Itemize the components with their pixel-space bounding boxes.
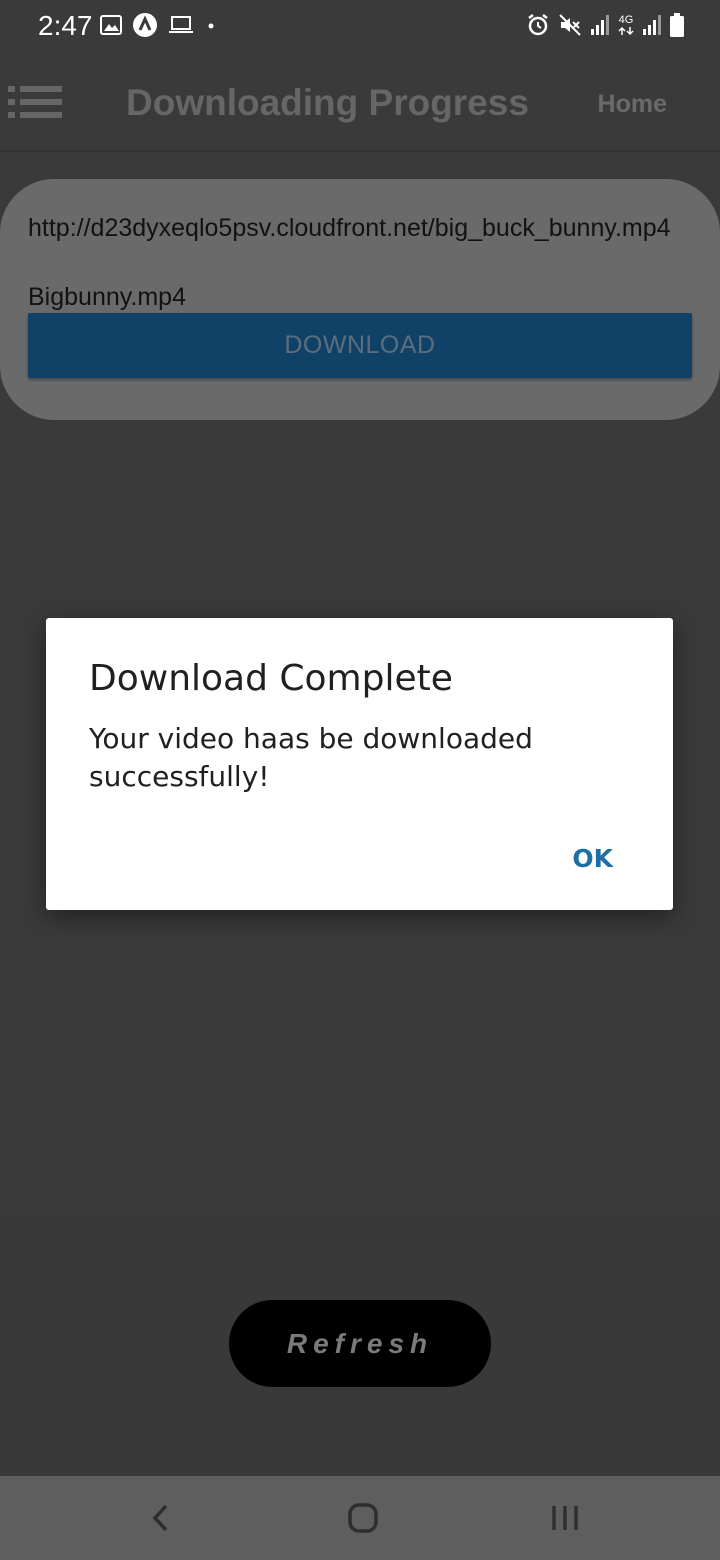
recent-apps-icon[interactable] (543, 1496, 587, 1540)
status-left-icons (100, 12, 218, 43)
download-complete-dialog: Download Complete Your video haas be dow… (46, 618, 673, 910)
home-icon[interactable] (341, 1496, 385, 1540)
dot-icon (204, 18, 218, 36)
menu-icon[interactable] (8, 84, 64, 120)
signal-icon (590, 14, 610, 41)
network-label: 4G (618, 14, 634, 26)
battery-icon (670, 12, 684, 42)
alarm-icon (526, 13, 550, 42)
status-time: 2:47 (38, 10, 93, 41)
back-icon[interactable] (140, 1496, 184, 1540)
4g-icon: 4G (618, 15, 634, 39)
refresh-button[interactable]: Refresh (229, 1300, 491, 1387)
dialog-title: Download Complete (89, 658, 453, 699)
status-right-icons: 4G (526, 12, 684, 42)
download-card: http://d23dyxeqlo5psv.cloudfront.net/big… (0, 179, 720, 420)
dialog-message: Your video haas be downloaded successful… (89, 722, 533, 793)
mute-icon (558, 13, 582, 42)
system-nav-bar (0, 1476, 720, 1560)
app-bar: Downloading Progress Home (0, 54, 720, 152)
status-bar: 2:47 4G (0, 0, 720, 54)
download-filename: Bigbunny.mp4 (28, 283, 186, 311)
download-url: http://d23dyxeqlo5psv.cloudfront.net/big… (28, 214, 671, 242)
ok-button[interactable]: OK (570, 840, 615, 877)
laptop-icon (168, 15, 194, 40)
signal-icon (642, 14, 662, 41)
download-button[interactable]: DOWNLOAD (28, 313, 692, 378)
app-a-icon (132, 12, 158, 43)
page-title: Downloading Progress (126, 82, 529, 123)
home-link[interactable]: Home (598, 90, 667, 119)
image-icon (100, 14, 122, 40)
